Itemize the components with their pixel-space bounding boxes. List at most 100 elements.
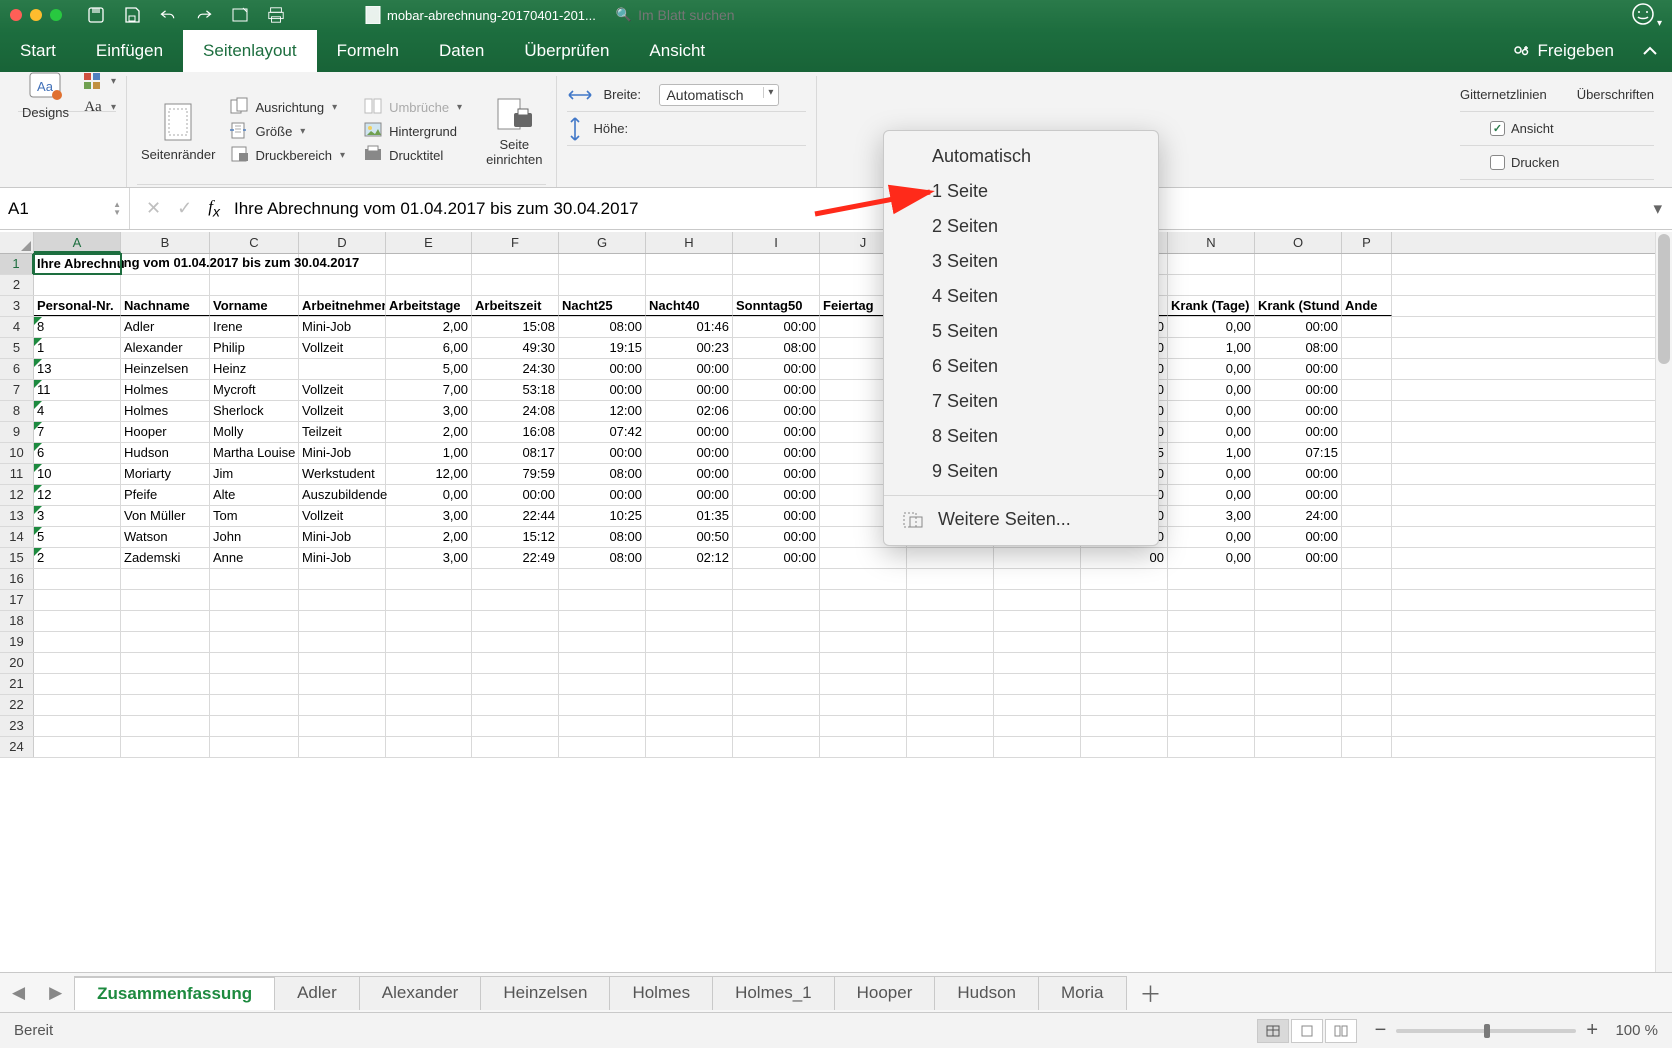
cell[interactable] (299, 611, 386, 631)
cell[interactable] (646, 653, 733, 673)
cell[interactable] (121, 611, 210, 631)
cell[interactable] (299, 737, 386, 757)
cell[interactable]: Irene (210, 317, 299, 337)
row-header[interactable]: 22 (0, 695, 34, 715)
row-header[interactable]: 23 (0, 716, 34, 736)
cell[interactable] (210, 695, 299, 715)
cell[interactable] (34, 632, 121, 652)
cell[interactable] (1255, 653, 1342, 673)
cell[interactable] (121, 632, 210, 652)
cell[interactable]: 00:00 (733, 317, 820, 337)
sheet-tab-hudson[interactable]: Hudson (934, 976, 1039, 1010)
cell[interactable] (820, 674, 907, 694)
row-header[interactable]: 15 (0, 548, 34, 568)
minimize-button[interactable] (30, 9, 42, 21)
row-header[interactable]: 10 (0, 443, 34, 463)
cell[interactable] (1255, 737, 1342, 757)
cell[interactable] (559, 569, 646, 589)
col-header-D[interactable]: D (299, 232, 386, 253)
cell[interactable] (994, 695, 1081, 715)
cell[interactable] (646, 674, 733, 694)
cell[interactable]: Hooper (121, 422, 210, 442)
background-button[interactable]: Hintergrund (363, 121, 462, 141)
row-header[interactable]: 13 (0, 506, 34, 526)
cell[interactable] (1255, 275, 1342, 295)
themes-button[interactable]: Aa Designs (18, 67, 73, 122)
dropdown-item[interactable]: 4 Seiten (884, 279, 1158, 314)
cell[interactable] (210, 632, 299, 652)
cell[interactable]: 00:00 (1255, 464, 1342, 484)
cell[interactable] (1168, 632, 1255, 652)
cell[interactable]: Holmes (121, 380, 210, 400)
cell[interactable] (1081, 695, 1168, 715)
cell[interactable] (994, 590, 1081, 610)
cell[interactable] (210, 611, 299, 631)
cell[interactable]: 00:00 (1255, 548, 1342, 568)
cell[interactable] (1342, 569, 1392, 589)
cell[interactable]: Tom (210, 506, 299, 526)
cell[interactable]: 0,00 (1168, 527, 1255, 547)
cell[interactable] (472, 653, 559, 673)
cell[interactable]: Mini-Job (299, 443, 386, 463)
sheet-tab-holmes_1[interactable]: Holmes_1 (712, 976, 835, 1010)
cell[interactable] (121, 590, 210, 610)
cell[interactable]: 02:06 (646, 401, 733, 421)
cell[interactable]: 0,00 (1168, 485, 1255, 505)
cell[interactable]: Mycroft (210, 380, 299, 400)
add-sheet-button[interactable]: ＋ (1126, 977, 1176, 1009)
row-header[interactable]: 4 (0, 317, 34, 337)
cell[interactable]: 00:00 (733, 527, 820, 547)
dropdown-item[interactable]: 9 Seiten (884, 454, 1158, 489)
cell[interactable] (472, 611, 559, 631)
col-header-N[interactable]: N (1168, 232, 1255, 253)
cell[interactable]: 00:00 (559, 359, 646, 379)
cell[interactable] (1342, 275, 1392, 295)
cell[interactable]: Vollzeit (299, 380, 386, 400)
cell[interactable] (1168, 695, 1255, 715)
cell[interactable] (34, 611, 121, 631)
cell[interactable] (472, 632, 559, 652)
cell[interactable]: Holmes (121, 401, 210, 421)
cancel-icon[interactable]: ✕ (146, 198, 161, 219)
cell[interactable]: 0,00 (1168, 380, 1255, 400)
cell[interactable]: 7,00 (386, 380, 472, 400)
cell[interactable] (559, 632, 646, 652)
cell[interactable] (1081, 569, 1168, 589)
cell[interactable]: Werkstudent (299, 464, 386, 484)
cell[interactable]: 00:00 (646, 359, 733, 379)
cell[interactable] (820, 590, 907, 610)
cell[interactable]: 00:00 (1255, 422, 1342, 442)
sheet-nav-prev[interactable]: ◀ (0, 983, 37, 1003)
page-setup-button[interactable]: Seite einrichten (482, 93, 546, 169)
cell[interactable]: 00:00 (1255, 380, 1342, 400)
cell[interactable]: 24:00 (1255, 506, 1342, 526)
cell[interactable] (1168, 275, 1255, 295)
cell[interactable] (386, 611, 472, 631)
cell[interactable] (121, 737, 210, 757)
cell[interactable] (210, 653, 299, 673)
cell[interactable] (1168, 254, 1255, 274)
cell[interactable] (733, 611, 820, 631)
cell[interactable]: 08:00 (1255, 338, 1342, 358)
cell[interactable] (1081, 716, 1168, 736)
tab-ansicht[interactable]: Ansicht (629, 30, 725, 72)
cell[interactable] (733, 716, 820, 736)
cell[interactable] (907, 737, 994, 757)
col-header-H[interactable]: H (646, 232, 733, 253)
cell[interactable] (386, 590, 472, 610)
cell[interactable]: 00 (1081, 548, 1168, 568)
cell[interactable] (1168, 611, 1255, 631)
cell[interactable]: 1,00 (1168, 338, 1255, 358)
cell[interactable]: Arbeitstage (386, 296, 472, 316)
cell[interactable] (299, 695, 386, 715)
dropdown-item[interactable]: 3 Seiten (884, 244, 1158, 279)
cell[interactable] (472, 716, 559, 736)
cell[interactable] (34, 674, 121, 694)
cell[interactable] (1081, 611, 1168, 631)
scrollbar-thumb[interactable] (1658, 234, 1670, 364)
cell[interactable] (1255, 611, 1342, 631)
accept-icon[interactable]: ✓ (177, 198, 192, 219)
cell[interactable] (210, 569, 299, 589)
cell[interactable] (1342, 590, 1392, 610)
cell[interactable]: 0,00 (1168, 317, 1255, 337)
